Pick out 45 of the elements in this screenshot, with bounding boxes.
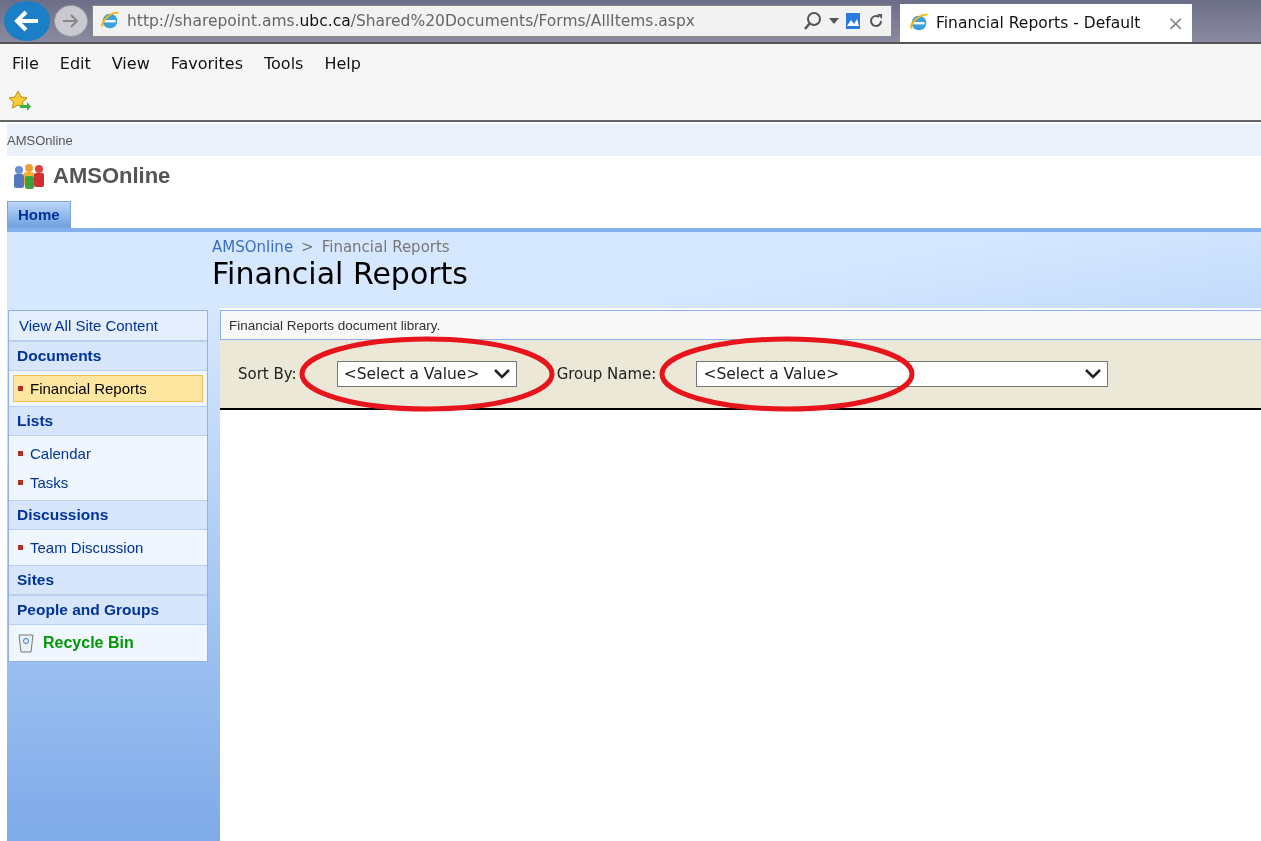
- section-heading[interactable]: Documents: [9, 341, 207, 371]
- favorites-star-icon[interactable]: [8, 90, 32, 112]
- close-tab-button[interactable]: ×: [1167, 11, 1184, 35]
- menu-item[interactable]: Tools: [264, 53, 304, 73]
- breadcrumb-current: Financial Reports: [321, 238, 450, 256]
- site-title: AMSOnline: [53, 163, 171, 189]
- section-heading[interactable]: Sites: [9, 565, 207, 595]
- dropdown-arrow-icon[interactable]: [829, 18, 839, 24]
- menu-item[interactable]: File: [12, 53, 39, 73]
- refresh-icon[interactable]: [867, 12, 885, 30]
- site-link[interactable]: AMSOnline: [7, 132, 73, 148]
- people-group-icon: [11, 162, 47, 190]
- breadcrumb-separator: >: [301, 238, 314, 256]
- filter-label: Group Name:: [556, 365, 657, 383]
- view-all-link[interactable]: View All Site Content: [9, 311, 207, 341]
- nav-tab[interactable]: Home: [7, 201, 71, 228]
- filter-label: Sort By:: [238, 365, 297, 383]
- section-heading[interactable]: People and Groups: [9, 595, 207, 625]
- section-heading[interactable]: Discussions: [9, 500, 207, 530]
- browser-tab[interactable]: Financial Reports - Default ×: [900, 4, 1192, 42]
- menu-item[interactable]: Help: [324, 53, 361, 73]
- breadcrumb-link[interactable]: AMSOnline: [212, 238, 294, 256]
- section-heading[interactable]: Lists: [9, 406, 207, 436]
- address-bar[interactable]: http://sharepoint.ams.ubc.ca/Shared%20Documents/Forms/AllItems.aspx: [92, 5, 892, 37]
- forward-arrow-icon: [62, 14, 80, 28]
- menu-item[interactable]: Favorites: [170, 53, 243, 73]
- select-dropdown[interactable]: <Select a Value>: [696, 361, 1109, 387]
- compatibility-icon[interactable]: [845, 12, 861, 30]
- sidebar-item[interactable]: Team Discussion: [13, 534, 203, 561]
- tab-title: Financial Reports - Default: [936, 14, 1142, 32]
- sidebar-item[interactable]: Financial Reports: [13, 375, 203, 402]
- menu-item[interactable]: Edit: [59, 53, 91, 73]
- library-description: Financial Reports document library.: [220, 310, 1261, 340]
- forward-button[interactable]: [54, 5, 88, 37]
- page-title: Financial Reports: [212, 256, 468, 291]
- recycle-bin-icon: [17, 633, 35, 653]
- search-icon[interactable]: [803, 11, 823, 31]
- chevron-down-icon: [1085, 369, 1102, 379]
- chevron-down-icon: [493, 369, 510, 379]
- back-arrow-icon: [14, 10, 40, 32]
- back-button[interactable]: [4, 1, 50, 41]
- select-dropdown[interactable]: <Select a Value>: [336, 361, 517, 387]
- sidebar-item[interactable]: Calendar: [13, 440, 203, 467]
- menu-item[interactable]: View: [111, 53, 150, 73]
- sidebar-item[interactable]: Tasks: [13, 469, 203, 496]
